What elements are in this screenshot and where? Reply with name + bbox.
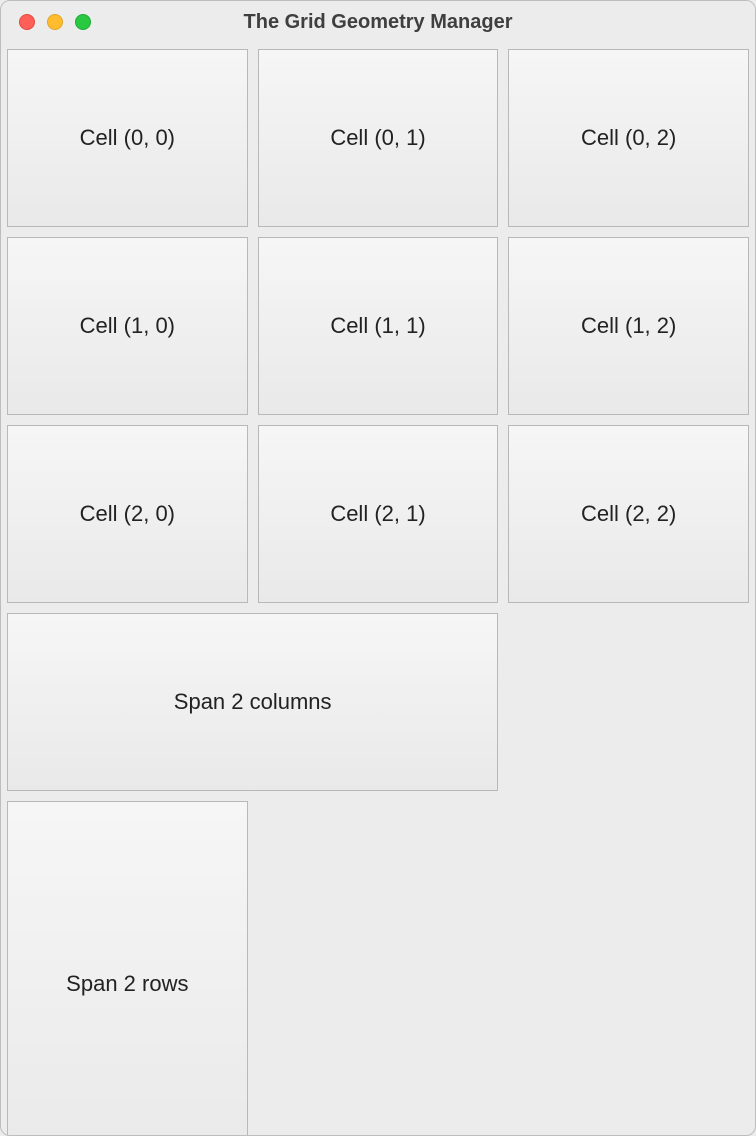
grid-cell-1-1: Cell (1, 1) [258,237,499,415]
titlebar: The Grid Geometry Manager [1,1,755,43]
minimize-icon[interactable] [47,14,63,30]
grid-cell-1-2: Cell (1, 2) [508,237,749,415]
grid-cell-span-columns: Span 2 columns [7,613,498,791]
cell-label: Cell (0, 0) [80,125,175,151]
cell-label: Cell (2, 2) [581,501,676,527]
cell-label: Cell (2, 0) [80,501,175,527]
cell-label: Cell (2, 1) [330,501,425,527]
grid-cell-2-1: Cell (2, 1) [258,425,499,603]
cell-label: Cell (1, 0) [80,313,175,339]
zoom-icon[interactable] [75,14,91,30]
grid-cell-1-0: Cell (1, 0) [7,237,248,415]
grid-cell-0-0: Cell (0, 0) [7,49,248,227]
cell-label: Cell (1, 2) [581,313,676,339]
grid-cell-0-1: Cell (0, 1) [258,49,499,227]
cell-label: Cell (0, 2) [581,125,676,151]
grid-content: Cell (0, 0) Cell (0, 1) Cell (0, 2) Cell… [1,43,755,1136]
application-window: The Grid Geometry Manager Cell (0, 0) Ce… [0,0,756,1136]
cell-label: Span 2 rows [66,971,188,997]
window-title: The Grid Geometry Manager [1,11,755,34]
grid-cell-span-rows: Span 2 rows [7,801,248,1136]
close-icon[interactable] [19,14,35,30]
grid-cell-2-2: Cell (2, 2) [508,425,749,603]
cell-label: Span 2 columns [174,689,332,715]
cell-label: Cell (1, 1) [330,313,425,339]
grid-cell-0-2: Cell (0, 2) [508,49,749,227]
window-controls [1,14,91,30]
cell-label: Cell (0, 1) [330,125,425,151]
grid-cell-2-0: Cell (2, 0) [7,425,248,603]
